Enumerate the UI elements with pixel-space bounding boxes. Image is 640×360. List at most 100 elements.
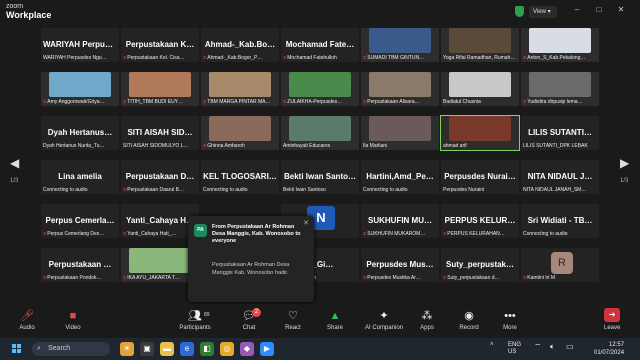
participant-tile[interactable]: Perpustakaan … ⦸Perpustakaan Pondok…	[40, 247, 120, 283]
participant-name-tag: ⦸Yudistira dirpusip lema…	[523, 99, 597, 105]
participant-tile[interactable]: Perpusdes Mus… ⦸Perpusdes Mustika Ar…	[360, 247, 440, 283]
participant-tile[interactable]: PERPUS KELUR… ⦸PERPUS KELURAHAN…	[440, 203, 520, 239]
language-indicator[interactable]: ENG US	[508, 342, 521, 356]
security-shield-icon[interactable]	[515, 6, 524, 17]
participant-tile[interactable]: ⦸Ghinna Ambaroh	[200, 115, 280, 151]
participant-name-text: Yoga Rifai Ramadhan, Rumah…	[443, 55, 516, 61]
participant-tile[interactable]: Perpustakaan D… ⦸Perpustakaan Daarul B…	[120, 159, 200, 195]
participant-tile[interactable]: Suty_perpustak… ⦸Suty_perpustakaan d…	[440, 247, 520, 283]
chat-notification-popup[interactable]: PA From Perpustakaan Ar Rohman Desa Mang…	[188, 216, 314, 302]
wifi-icon[interactable]: ⌔	[534, 342, 542, 352]
participant-tile[interactable]: Hartini,Amd_Pe… Connecting to audio	[360, 159, 440, 195]
file-explorer-icon[interactable]: ▬	[160, 342, 174, 356]
app-icon[interactable]: ◆	[240, 342, 254, 356]
participants-icon: 👥︎	[188, 310, 202, 322]
system-clock[interactable]: 12:57 01/07/2024	[594, 341, 624, 357]
participant-name-tag: Connecting to audio	[43, 187, 117, 193]
participant-name-text: ZULAIKHA-Perpusdes…	[287, 99, 343, 105]
minimize-icon[interactable]: –	[570, 5, 584, 14]
mic-muted-icon: ⦸	[203, 99, 207, 105]
participant-tile[interactable]: Bekti Iwan Santo… Bekti Iwan Santoso	[280, 159, 360, 195]
popup-close-icon[interactable]: ✕	[303, 219, 309, 227]
participant-name-text: Kamtini tri M	[527, 275, 556, 281]
participant-name-tag: ⦸TITIH_TBM BUDI EUY…	[123, 99, 197, 105]
participant-tile[interactable]: ahmad arif	[440, 115, 520, 151]
mic-muted-icon: ⦸	[43, 99, 47, 105]
store-icon[interactable]: ◧	[200, 342, 214, 356]
participant-tile[interactable]: WARIYAH Perpus… WARIYAH Perpusdes Ngu…	[40, 27, 120, 63]
participant-tile[interactable]: ⦸Yudistira dirpusip lema…	[520, 71, 600, 107]
participant-tile[interactable]: ⦸TITIH_TBM BUDI EUY…	[120, 71, 200, 107]
participant-tile[interactable]: Aminhayati Educares	[280, 115, 360, 151]
participant-display-name: Ahmad-_Kab.Bo…	[204, 40, 276, 49]
participant-tile[interactable]: SUKHUFIN MU… ⦸SUKHUFIN MUKAROM…	[360, 203, 440, 239]
participant-tile[interactable]: Yoga Rifai Ramadhan, Rumah…	[440, 27, 520, 63]
chevron-up-icon[interactable]: ˄	[490, 342, 494, 348]
participant-display-name: Perpustakaan …	[48, 260, 112, 269]
windows-start-icon[interactable]	[12, 344, 22, 354]
participant-tile[interactable]: ⦸Amy Anggorowati/Griya…	[40, 71, 120, 107]
chrome-icon[interactable]: ◎	[220, 342, 234, 356]
zoom-taskbar-icon[interactable]: ▶	[260, 342, 274, 356]
participant-name-text: Ila Marliani	[363, 143, 388, 149]
share-button[interactable]: ▲ Share	[320, 304, 350, 338]
react-button[interactable]: ♡ React	[278, 304, 308, 338]
participant-name-tag: ahmad arif	[443, 143, 517, 149]
mic-muted-icon: ⦸	[123, 99, 127, 105]
participant-tile[interactable]: ⦸SUMADI TBM GINTUN…	[360, 27, 440, 63]
participant-display-name: LILIS SUTANTI…	[528, 128, 592, 137]
taskbar-search[interactable]: ⌕ Search	[32, 342, 110, 356]
participant-name-tag: Bekti Iwan Santoso	[283, 187, 357, 193]
participant-tile[interactable]: ⦸Perpustakaan Alisara…	[360, 71, 440, 107]
maximize-icon[interactable]: □	[592, 5, 606, 14]
participant-name-tag: ⦸Suty_perpustakaan d…	[443, 275, 517, 281]
participant-display-name: Perpustakaan K…	[125, 40, 195, 49]
participant-tile[interactable]: Badiatul Chusnia	[440, 71, 520, 107]
next-page-icon[interactable]: ▶	[620, 156, 629, 170]
participant-display-name: Dyah Hertanus…	[47, 128, 113, 137]
video-button[interactable]: ■ Video	[56, 304, 90, 338]
task-view-icon[interactable]: ▣	[140, 342, 154, 356]
participant-tile[interactable]: ⦸ZULAIKHA-Perpusdes…	[280, 71, 360, 107]
view-button[interactable]: View ▾	[529, 6, 557, 18]
participant-name-tag: Connecting to audio	[363, 187, 437, 193]
participant-name-text: SITI AISAH SIDOMULYO L…	[123, 143, 189, 149]
battery-icon[interactable]: ▭	[566, 342, 574, 351]
previous-page-icon[interactable]: ◀	[10, 156, 19, 170]
participant-tile[interactable]: ⦸TBM MARGA PINTAR MA…	[200, 71, 280, 107]
participant-tile[interactable]: Sri Widiati - TB… Connecting to audio	[520, 203, 600, 239]
participant-name-tag: ⦸Perpustakaan Alisara…	[363, 99, 437, 105]
participant-name-tag: SITI AISAH SIDOMULYO L…	[123, 143, 197, 149]
participant-tile[interactable]: LILIS SUTANTI… LILIS SUTANTI_DPK LEBAK	[520, 115, 600, 151]
participant-tile[interactable]: Mochamad Fate… ⦸Mochamad Fatehulloh	[280, 27, 360, 63]
edge-icon[interactable]: e	[180, 342, 194, 356]
participant-tile[interactable]: Ila Marliani	[360, 115, 440, 151]
mic-muted-icon: ⦸	[443, 231, 447, 237]
more-button[interactable]: ••• More	[496, 304, 524, 338]
participant-tile[interactable]: Perpus Cemerla… ⦸Perpus Cemerlang Des…	[40, 203, 120, 239]
participant-display-name: NITA NIDAUL J…	[527, 172, 593, 181]
speaker-icon[interactable]: 🔈︎	[550, 342, 555, 352]
leave-button[interactable]: ➜ Leave	[604, 308, 620, 331]
participant-tile[interactable]: R ⦸Kamtini tri M	[520, 247, 600, 283]
ai-companion-button[interactable]: ✦ AI Companion	[360, 304, 408, 338]
participant-tile[interactable]: Perpusdes Nurai… Perpusdes Nuraini	[440, 159, 520, 195]
participants-button[interactable]: 👥︎ 89 Participants	[172, 304, 218, 338]
participant-tile[interactable]: Dyah Hertanus… Dyah Hertanus Nurita_Tu…	[40, 115, 120, 151]
apps-button[interactable]: ⁂ Apps	[414, 304, 440, 338]
participant-tile[interactable]: SITI AISAH SID… SITI AISAH SIDOMULYO L…	[120, 115, 200, 151]
chat-button[interactable]: 💬︎ 2 Chat	[232, 304, 266, 338]
participant-tile[interactable]: Lina amelia Connecting to audio	[40, 159, 120, 195]
participant-name-text: Perpusdes Nuraini	[443, 187, 485, 193]
close-icon[interactable]: ✕	[614, 5, 628, 14]
participant-tile[interactable]: Ahmad-_Kab.Bo… ⦸Ahmad-_Kab.Bogor_P…	[200, 27, 280, 63]
participant-tile[interactable]: Perpustakaan K… ⦸Perpustakaan Kel. Cisa…	[120, 27, 200, 63]
widgets-icon[interactable]: ☀	[120, 342, 134, 356]
clock-time: 12:57	[609, 342, 625, 348]
participant-tile[interactable]: KEL TLOGOSARI… Connecting to audio	[200, 159, 280, 195]
audio-button[interactable]: 🎤︎ Audio	[12, 304, 42, 338]
page-indicator-right: 1/3	[620, 178, 629, 184]
participant-tile[interactable]: ⦸Anton_S_Kab.Pekalong…	[520, 27, 600, 63]
record-button[interactable]: ◉ Record	[454, 304, 484, 338]
participant-tile[interactable]: NITA NIDAUL J… NITA NIDAUL JANAH_SM…	[520, 159, 600, 195]
